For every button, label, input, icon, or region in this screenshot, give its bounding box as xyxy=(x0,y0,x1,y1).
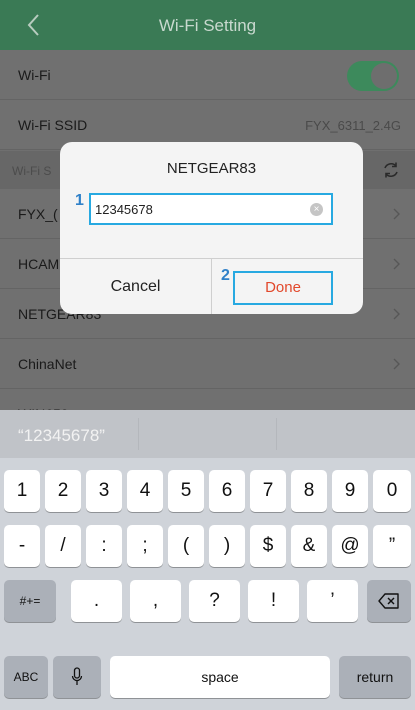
clear-icon[interactable]: × xyxy=(310,203,323,216)
wifi-row: Wi-Fi xyxy=(0,50,415,100)
step-marker-1: 1 xyxy=(75,192,84,209)
backspace-key[interactable] xyxy=(367,580,411,622)
wifi-label: Wi-Fi xyxy=(18,67,51,83)
network-row[interactable]: ChinaNet xyxy=(0,339,415,389)
chevron-right-icon xyxy=(393,308,400,320)
toggle-knob xyxy=(371,63,397,89)
chevron-right-icon xyxy=(393,208,400,220)
password-field-box: × xyxy=(89,193,333,225)
password-input[interactable] xyxy=(95,199,305,219)
divider xyxy=(138,418,139,450)
microphone-icon xyxy=(71,667,83,685)
key-2[interactable]: 2 xyxy=(45,470,81,512)
password-dialog: NETGEAR83 × Cancel Done xyxy=(60,142,363,314)
divider xyxy=(276,418,277,450)
key-7[interactable]: 7 xyxy=(250,470,286,512)
section-label: Wi-Fi S xyxy=(12,164,52,178)
key-6[interactable]: 6 xyxy=(209,470,245,512)
key-exclaim[interactable]: ! xyxy=(248,580,299,622)
key-symbols-toggle[interactable]: #+= xyxy=(4,580,56,622)
key-abc[interactable]: ABC xyxy=(4,656,48,698)
backspace-icon xyxy=(378,593,399,609)
key-comma[interactable]: , xyxy=(130,580,181,622)
key-dash[interactable]: - xyxy=(4,525,40,567)
key-0[interactable]: 0 xyxy=(373,470,411,512)
key-1[interactable]: 1 xyxy=(4,470,40,512)
key-period[interactable]: . xyxy=(71,580,122,622)
key-8[interactable]: 8 xyxy=(291,470,327,512)
suggestion-bar: “12345678” xyxy=(0,410,415,458)
key-dollar[interactable]: $ xyxy=(250,525,286,567)
keyboard: “12345678” 1 2 3 4 5 6 7 8 9 0 - / : ; (… xyxy=(0,410,415,710)
key-3[interactable]: 3 xyxy=(86,470,122,512)
suggestion-word[interactable]: “12345678” xyxy=(18,426,105,446)
key-slash[interactable]: / xyxy=(45,525,81,567)
key-9[interactable]: 9 xyxy=(332,470,368,512)
key-at[interactable]: @ xyxy=(332,525,368,567)
dialog-title: NETGEAR83 xyxy=(166,160,257,177)
network-name: FYX_( xyxy=(18,206,58,222)
key-open-paren[interactable]: ( xyxy=(168,525,204,567)
step-marker-2: 2 xyxy=(221,267,230,284)
key-5[interactable]: 5 xyxy=(168,470,204,512)
refresh-icon[interactable] xyxy=(381,160,401,180)
ssid-label: Wi-Fi SSID xyxy=(18,117,88,133)
key-ampersand[interactable]: & xyxy=(291,525,327,567)
key-question[interactable]: ? xyxy=(189,580,240,622)
dictation-key[interactable] xyxy=(53,656,101,698)
key-4[interactable]: 4 xyxy=(127,470,163,512)
cancel-button[interactable]: Cancel xyxy=(60,259,211,314)
key-apostrophe[interactable]: ’ xyxy=(307,580,358,622)
ssid-value: FYX_6311_2.4G xyxy=(305,118,401,133)
done-button[interactable]: Done xyxy=(233,271,333,305)
divider xyxy=(211,258,212,314)
nav-bar: Wi-Fi Setting xyxy=(0,0,415,50)
key-quote[interactable]: ” xyxy=(373,525,411,567)
return-key[interactable]: return xyxy=(339,656,411,698)
page-title: Wi-Fi Setting xyxy=(158,16,257,35)
key-colon[interactable]: : xyxy=(86,525,122,567)
space-bar[interactable]: space xyxy=(110,656,330,698)
chevron-right-icon xyxy=(393,258,400,270)
chevron-right-icon xyxy=(393,358,400,370)
network-name: HCAM xyxy=(18,256,60,272)
key-close-paren[interactable]: ) xyxy=(209,525,245,567)
key-semicolon[interactable]: ; xyxy=(127,525,163,567)
wifi-toggle[interactable] xyxy=(347,61,399,91)
network-name: ChinaNet xyxy=(18,356,77,372)
